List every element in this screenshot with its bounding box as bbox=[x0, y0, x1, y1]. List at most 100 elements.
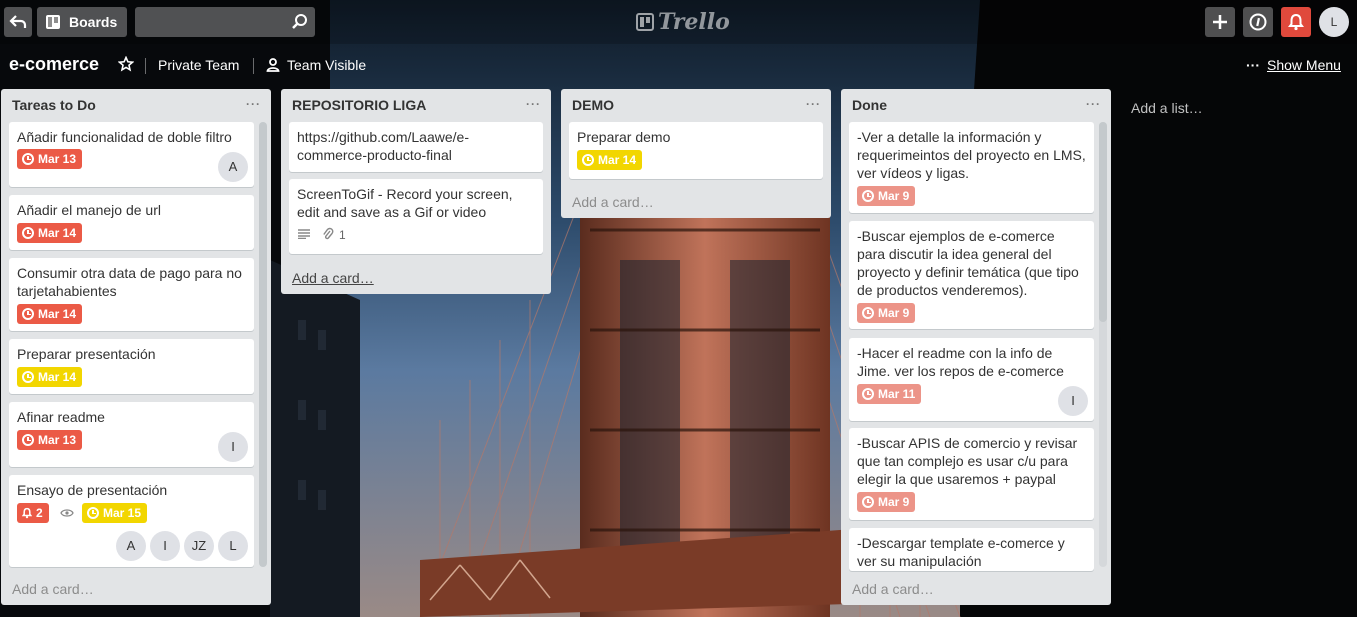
top-header: Boards Trello L bbox=[0, 0, 1357, 44]
info-icon bbox=[1249, 13, 1267, 31]
bell-icon bbox=[1288, 13, 1304, 31]
add-list-button[interactable]: Add a list… bbox=[1131, 100, 1203, 116]
card-title: -Descargar template e-comerce y ver su m… bbox=[857, 535, 1065, 569]
card-title: -Hacer el readme con la info de Jime. ve… bbox=[857, 345, 1064, 379]
add-button[interactable] bbox=[1205, 7, 1235, 37]
clock-icon bbox=[22, 434, 34, 446]
member-initial: L bbox=[229, 538, 237, 553]
due-date: Mar 14 bbox=[38, 370, 77, 384]
card[interactable]: Preparar presentación Mar 14 bbox=[9, 339, 254, 394]
card[interactable]: ScreenToGif - Record your screen, edit a… bbox=[289, 179, 543, 254]
clock-icon bbox=[862, 190, 874, 202]
card-title: Añadir funcionalidad de doble filtro bbox=[17, 129, 232, 145]
boards-icon bbox=[46, 15, 60, 29]
due-date-badge: Mar 9 bbox=[857, 303, 916, 323]
card[interactable]: -Buscar APIS de comercio y revisar que t… bbox=[849, 428, 1094, 520]
trello-logo[interactable]: Trello bbox=[636, 8, 730, 36]
board-title[interactable]: e-comerce bbox=[9, 54, 99, 75]
plus-icon bbox=[1213, 15, 1227, 29]
star-icon[interactable] bbox=[118, 56, 134, 72]
clock-icon bbox=[862, 388, 874, 400]
list-demo: DEMO ··· Preparar demo Mar 14 Add a card… bbox=[561, 89, 831, 218]
due-date-badge: Mar 14 bbox=[577, 150, 643, 170]
due-date: Mar 9 bbox=[878, 495, 910, 509]
avatar[interactable]: I bbox=[1058, 386, 1088, 416]
logo-text: Trello bbox=[658, 9, 730, 35]
card[interactable]: -Ver a detalle la información y requerim… bbox=[849, 122, 1094, 213]
avatar[interactable]: A bbox=[218, 152, 248, 182]
list-repositorio-liga: REPOSITORIO LIGA ··· https://github.com/… bbox=[281, 89, 551, 294]
card[interactable]: Consumir otra data de pago para no tarje… bbox=[9, 258, 254, 331]
add-card-link[interactable]: Add a card… bbox=[292, 270, 374, 286]
notifications-button[interactable] bbox=[1281, 7, 1311, 37]
header-divider bbox=[145, 58, 146, 74]
member-initial: A bbox=[126, 538, 136, 553]
search-box[interactable] bbox=[135, 7, 315, 37]
due-date-badge: Mar 13 bbox=[17, 430, 83, 450]
member-initial: I bbox=[163, 538, 167, 553]
due-date: Mar 11 bbox=[878, 387, 916, 401]
more-icon[interactable]: ··· bbox=[806, 97, 821, 111]
clock-icon bbox=[862, 496, 874, 508]
card-title: -Buscar ejemplos de e-comerce para discu… bbox=[857, 228, 1079, 298]
list-title[interactable]: Tareas to Do bbox=[12, 97, 96, 113]
clock-icon bbox=[22, 308, 34, 320]
card[interactable]: https://github.com/Laawe/e-commerce-prod… bbox=[289, 122, 543, 172]
more-icon[interactable]: ··· bbox=[1086, 97, 1101, 111]
search-icon[interactable] bbox=[291, 13, 309, 31]
add-card-link[interactable]: Add a card… bbox=[572, 194, 654, 210]
list-scrollbar[interactable] bbox=[1099, 122, 1107, 322]
card-title: Preparar presentación bbox=[17, 346, 156, 362]
clock-icon bbox=[22, 371, 34, 383]
add-card-link[interactable]: Add a card… bbox=[12, 581, 94, 597]
trello-logo-icon bbox=[636, 13, 654, 31]
team-name[interactable]: Private Team bbox=[158, 57, 239, 73]
avatar[interactable]: I bbox=[218, 432, 248, 462]
boards-button[interactable]: Boards bbox=[37, 7, 127, 37]
card-title: -Buscar APIS de comercio y revisar que t… bbox=[857, 435, 1078, 487]
due-date: Mar 14 bbox=[38, 307, 77, 321]
add-card-link[interactable]: Add a card… bbox=[852, 581, 934, 597]
list-title[interactable]: DEMO bbox=[572, 97, 614, 113]
search-input[interactable] bbox=[135, 7, 285, 37]
card[interactable]: -Hacer el readme con la info de Jime. ve… bbox=[849, 338, 1094, 421]
avatar[interactable]: L bbox=[218, 531, 248, 561]
clock-icon bbox=[22, 227, 34, 239]
more-icon[interactable]: ··· bbox=[246, 97, 261, 111]
show-menu-link[interactable]: Show Menu bbox=[1267, 57, 1341, 73]
avatar[interactable]: A bbox=[116, 531, 146, 561]
due-date-badge: Mar 14 bbox=[17, 223, 83, 243]
info-button[interactable] bbox=[1243, 7, 1273, 37]
card[interactable]: -Descargar template e-comerce y ver su m… bbox=[849, 528, 1094, 571]
card[interactable]: Afinar readme Mar 13 I bbox=[9, 402, 254, 467]
avatar[interactable]: JZ bbox=[184, 531, 214, 561]
card-title: Consumir otra data de pago para no tarje… bbox=[17, 265, 242, 299]
visibility-setting[interactable]: Team Visible bbox=[287, 57, 366, 73]
boards-label: Boards bbox=[69, 14, 118, 30]
user-avatar[interactable]: L bbox=[1319, 7, 1349, 37]
bell-icon bbox=[22, 507, 32, 519]
card[interactable]: Añadir funcionalidad de doble filtro Mar… bbox=[9, 122, 254, 187]
board-header: e-comerce Private Team Team Visible ··· … bbox=[0, 44, 1357, 86]
list-scrollbar[interactable] bbox=[259, 122, 267, 567]
card-title: https://github.com/Laawe/e-commerce-prod… bbox=[297, 129, 469, 163]
member-initial: JZ bbox=[191, 538, 207, 553]
card[interactable]: Ensayo de presentación 2 Mar 15 A I JZ L bbox=[9, 475, 254, 567]
user-avatar-initial: L bbox=[1330, 15, 1338, 29]
list-done: Done ··· -Ver a detalle la información y… bbox=[841, 89, 1111, 605]
due-date: Mar 13 bbox=[38, 433, 77, 447]
due-date-badge: Mar 11 bbox=[857, 384, 922, 404]
avatar[interactable]: I bbox=[150, 531, 180, 561]
card[interactable]: Añadir el manejo de url Mar 14 bbox=[9, 195, 254, 250]
more-icon[interactable]: ··· bbox=[526, 97, 541, 111]
card[interactable]: Preparar demo Mar 14 bbox=[569, 122, 823, 179]
list-title[interactable]: Done bbox=[852, 97, 887, 113]
due-date: Mar 13 bbox=[38, 152, 77, 166]
card-title: Afinar readme bbox=[17, 409, 105, 425]
back-button[interactable] bbox=[4, 7, 32, 37]
due-date-badge: Mar 13 bbox=[17, 149, 83, 169]
more-icon[interactable]: ··· bbox=[1246, 57, 1260, 73]
list-title[interactable]: REPOSITORIO LIGA bbox=[292, 97, 426, 113]
card[interactable]: -Buscar ejemplos de e-comerce para discu… bbox=[849, 221, 1094, 329]
card-title: -Ver a detalle la información y requerim… bbox=[857, 129, 1086, 181]
